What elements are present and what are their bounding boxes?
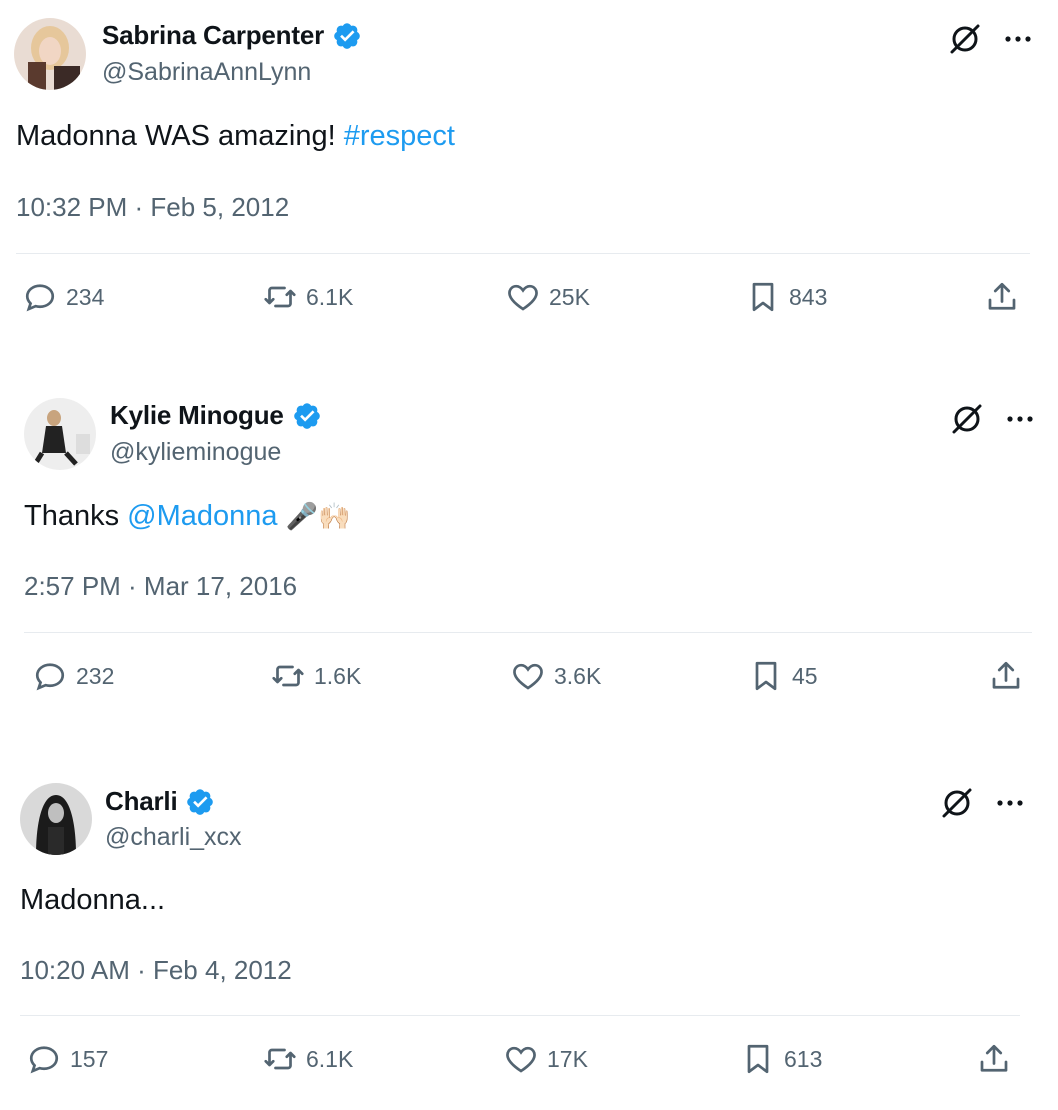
more-options-icon[interactable]	[996, 798, 1024, 808]
reply-button[interactable]: 157	[26, 1041, 108, 1077]
handle[interactable]: @charli_xcx	[105, 823, 242, 852]
share-icon	[980, 1044, 1008, 1072]
bookmark-icon	[747, 1044, 769, 1074]
tweet-text: Madonna...	[20, 884, 165, 917]
share-button[interactable]	[976, 1041, 1020, 1077]
like-count: 17K	[547, 1045, 588, 1072]
repost-count: 6.1K	[306, 1045, 354, 1072]
divider	[20, 1015, 1020, 1016]
bookmark-count: 613	[784, 1045, 823, 1072]
timestamp[interactable]: 10:20 AM · Feb 4, 2012	[20, 955, 292, 986]
tweet-card: Charli @charli_xcx Madonna... 10:20 AM ·…	[0, 0, 1058, 1110]
display-name[interactable]: Charli	[105, 786, 178, 817]
verified-badge-icon	[187, 788, 214, 815]
reply-count: 157	[70, 1045, 109, 1072]
avatar[interactable]	[20, 783, 92, 855]
like-icon	[506, 1046, 536, 1073]
bookmark-button[interactable]: 613	[740, 1041, 822, 1077]
tweet-text-main: Madonna...	[20, 884, 166, 916]
grok-icon[interactable]	[940, 786, 974, 820]
reply-icon	[29, 1046, 59, 1074]
repost-button[interactable]: 6.1K	[262, 1041, 353, 1077]
repost-icon	[264, 1048, 296, 1070]
like-button[interactable]: 17K	[503, 1041, 588, 1077]
